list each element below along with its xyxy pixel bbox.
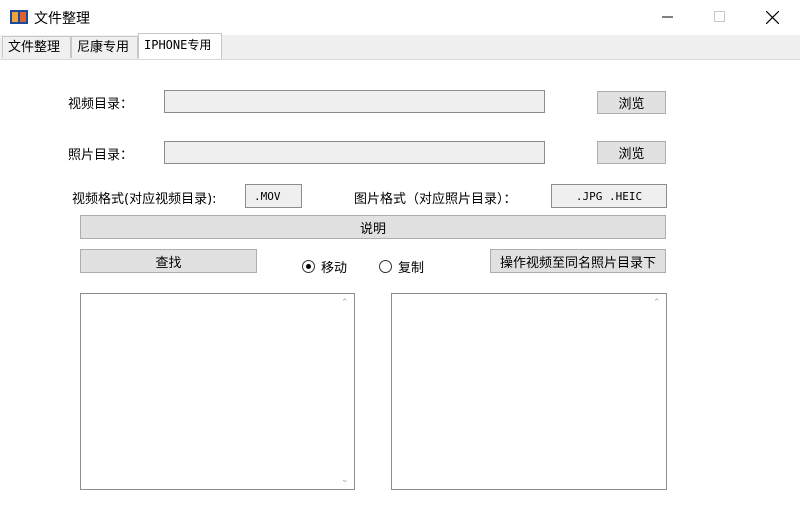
video-format-input[interactable]: .MOV [245,184,302,208]
tab-iphone[interactable]: IPHONE专用 [138,33,222,59]
radio-move[interactable]: 移动 [302,257,347,276]
close-icon [765,10,779,24]
right-scrollbar[interactable]: ⌃ [649,294,666,489]
photo-format-input[interactable]: .JPG .HEIC [551,184,667,208]
browse-photo-button[interactable]: 浏览 [597,141,666,164]
maximize-button[interactable] [697,0,743,34]
radio-copy-indicator [379,260,392,273]
scroll-down-icon[interactable]: ⌄ [341,475,349,485]
app-icon [10,10,28,24]
tab-bar: 文件整理 尼康专用 IPHONE专用 [0,33,800,60]
maximize-icon [714,11,725,22]
window-title: 文件整理 [34,11,90,27]
photo-dir-input[interactable] [164,141,545,164]
scroll-up-icon[interactable]: ⌃ [341,298,349,308]
minimize-button[interactable] [645,0,691,34]
close-button[interactable] [749,0,795,34]
radio-copy-label: 复制 [398,261,425,276]
find-button[interactable]: 查找 [80,249,257,273]
browse-video-button[interactable]: 浏览 [597,91,666,114]
operate-video-button[interactable]: 操作视频至同名照片目录下 [490,249,666,273]
radio-move-indicator [302,260,315,273]
explain-button[interactable]: 说明 [80,215,666,239]
photo-format-label: 图片格式（对应照片目录）： [354,192,517,207]
left-listbox[interactable]: ⌃ ⌄ [80,293,355,490]
title-bar: 文件整理 [0,0,800,34]
minimize-icon [662,16,673,18]
scroll-up-icon[interactable]: ⌃ [653,298,661,308]
tab-nikon[interactable]: 尼康专用 [71,36,138,58]
video-format-label: 视频格式(对应视频目录): [72,192,217,207]
left-scrollbar[interactable]: ⌃ ⌄ [337,294,354,489]
radio-copy[interactable]: 复制 [379,257,424,276]
video-dir-label: 视频目录： [68,97,134,112]
radio-move-label: 移动 [321,261,348,276]
right-listbox[interactable]: ⌃ [391,293,667,490]
tab-file-organize[interactable]: 文件整理 [2,36,71,58]
video-dir-input[interactable] [164,90,545,113]
photo-dir-label: 照片目录： [68,148,134,163]
